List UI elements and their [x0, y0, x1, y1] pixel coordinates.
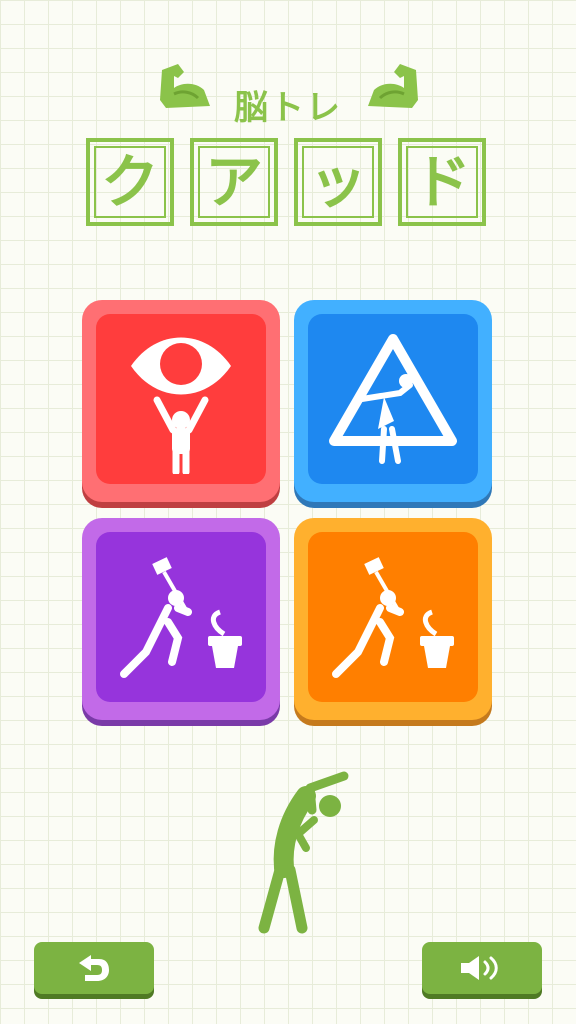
- eye-mode-button[interactable]: [82, 300, 280, 502]
- hammer-mortar-icon: [120, 557, 242, 678]
- title-char: ッ: [302, 146, 374, 218]
- header: 脳トレ ク ア ッ ド: [0, 60, 576, 240]
- purple-hammer-mode-face: [96, 532, 266, 702]
- warning-mode-button[interactable]: [294, 300, 492, 502]
- game-title: ク ア ッ ド: [86, 138, 490, 232]
- title-char-box: ッ: [294, 138, 382, 226]
- back-arrow-icon: [79, 955, 109, 981]
- eye-mode-face: [96, 314, 266, 484]
- warning-sign-icon: [329, 334, 457, 464]
- sound-button[interactable]: [422, 942, 542, 994]
- orange-hammer-mode-button[interactable]: [294, 518, 492, 720]
- purple-hammer-mode-button[interactable]: [82, 518, 280, 720]
- title-char: ア: [198, 146, 270, 218]
- speaker-icon: [461, 956, 498, 980]
- back-button[interactable]: [34, 942, 154, 994]
- game-subtitle: 脳トレ: [234, 88, 342, 128]
- title-char-box: ク: [86, 138, 174, 226]
- warning-mode-face: [308, 314, 478, 484]
- stretching-person-icon: [258, 771, 349, 934]
- title-char: ク: [94, 146, 166, 218]
- orange-hammer-mode-face: [308, 532, 478, 702]
- eye-person-icon: [131, 337, 231, 474]
- title-char: ド: [406, 146, 478, 218]
- title-char-box: ア: [190, 138, 278, 226]
- hammer-mortar-icon: [332, 557, 454, 678]
- title-char-box: ド: [398, 138, 486, 226]
